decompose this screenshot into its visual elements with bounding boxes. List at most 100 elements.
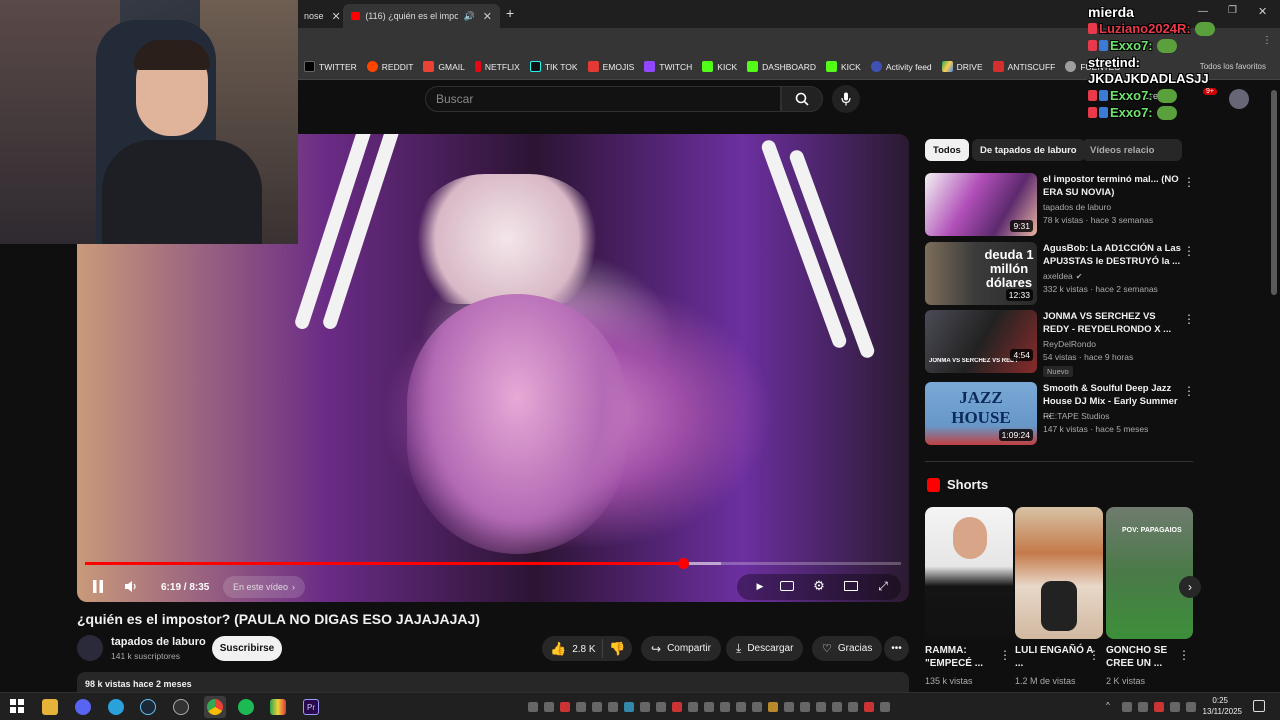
tray-icon[interactable] [752,702,762,712]
clock-date[interactable]: 13/11/2025 [1203,707,1242,716]
recommendation-item[interactable]: 9:31 el impostor terminó mal... (NO ERA … [925,173,1195,237]
bookmark-dashboard[interactable]: DASHBOARD [747,61,816,72]
tray-icon[interactable] [704,702,714,712]
tray-icon[interactable] [800,702,810,712]
tray-icon[interactable] [576,702,586,712]
subscribe-button[interactable]: Suscribirse [212,636,282,661]
kebab-menu-icon[interactable]: ⋮ [1183,175,1195,189]
tab-previous[interactable]: nose ✕ [296,4,349,28]
short-thumbnail[interactable] [1015,507,1103,639]
bookmark-drive[interactable]: DRIVE [941,61,983,72]
chrome-icon[interactable] [207,699,223,715]
tray-icon[interactable] [608,702,618,712]
tray-icon[interactable] [768,702,778,712]
speaker-icon[interactable]: 🔊 [464,11,475,22]
tray-icon[interactable] [848,702,858,712]
like-button[interactable]: 👍 2.8 K [550,641,596,657]
close-icon[interactable]: ✕ [332,10,341,23]
short-title[interactable]: GONCHO SE CREE UN ... [1106,644,1186,670]
search-input[interactable]: Buscar [425,86,781,112]
tray-icon[interactable] [688,702,698,712]
scrollbar-thumb[interactable] [1271,90,1277,295]
bookmark-activity-feed[interactable]: Activity feed [870,61,932,72]
volume-button[interactable] [121,574,141,598]
thanks-button[interactable]: ♡ Gracias [812,636,883,661]
video-thumbnail[interactable]: JONMA VS SERCHEZ VS REDY 4:54 [925,310,1037,373]
kebab-menu-icon[interactable]: ⋮ [1088,648,1100,662]
short-title[interactable]: LULI ENGAÑÓ A ... [1015,644,1095,670]
more-actions-button[interactable]: ••• [884,636,909,661]
recommendation-channel[interactable]: RE:TAPE Studios [1043,411,1109,421]
notifications-icon[interactable] [1253,700,1265,712]
tray-icon[interactable] [720,702,730,712]
spotify-icon[interactable] [238,699,254,715]
recommendation-title[interactable]: AgusBob: La AD1CCIÓN a Las APU3STAS le D… [1043,242,1183,268]
recommendation-channel[interactable]: axeldea ✔ [1043,271,1082,281]
new-tab-button[interactable]: + [506,5,514,21]
kebab-menu-icon[interactable]: ⋮ [1183,244,1195,258]
bookmark-reddit[interactable]: REDDIT [366,61,413,72]
tray-icon[interactable] [544,702,554,712]
tray-icon[interactable] [672,702,682,712]
tray-icon[interactable] [784,702,794,712]
bookmark-netflix[interactable]: NETFLIX [474,61,520,72]
obs-icon[interactable] [173,699,189,715]
tray-icon[interactable] [816,702,826,712]
tray-icon[interactable] [592,702,602,712]
bookmark-twitter[interactable]: TWITTER [304,61,357,72]
bookmark-antiscuff[interactable]: ANTISCUFF [992,61,1055,72]
chip-all[interactable]: Todos [925,139,969,161]
windows-start-icon[interactable] [10,699,26,715]
autoplay-toggle[interactable]: ▶ [751,574,769,598]
recommendation-item[interactable]: JAZZ HOUSE 1:09:24 Smooth & Soulful Deep… [925,382,1195,446]
miniplayer-button[interactable] [841,574,861,598]
discord-icon[interactable] [75,699,91,715]
bookmark-twitch[interactable]: TWITCH [644,61,692,72]
bookmark-kick-2[interactable]: KICK [825,61,861,72]
video-thumbnail[interactable]: JAZZ HOUSE 1:09:24 [925,382,1037,445]
onedrive-icon[interactable] [1138,702,1148,712]
wifi-icon[interactable] [1170,702,1180,712]
tray-icon[interactable] [624,702,634,712]
voice-search-button[interactable] [832,85,860,113]
premiere-icon[interactable]: Pr [303,699,319,715]
progress-bar[interactable] [85,558,901,569]
telegram-icon[interactable] [108,699,124,715]
channel-avatar[interactable] [77,635,103,661]
bookmark-tiktok[interactable]: TIK TOK [529,61,578,72]
share-button[interactable]: ↪ Compartir [641,636,721,661]
kebab-menu-icon[interactable]: ⋮ [1178,648,1190,662]
chip-related[interactable]: Vídeos relacio [1082,139,1182,161]
tray-icon[interactable] [864,702,874,712]
channel-name[interactable]: tapados de laburo [111,636,206,648]
kebab-menu-icon[interactable]: ⋮ [1183,384,1195,398]
network-icon[interactable] [1122,702,1132,712]
tab-active-youtube[interactable]: (116) ¿quién es el impostor 🔊 ✕ [343,4,500,28]
tray-icon[interactable] [736,702,746,712]
tray-icon[interactable] [656,702,666,712]
short-thumbnail[interactable]: POV: PAPAGAIOS [1106,507,1193,639]
tray-icon[interactable] [528,702,538,712]
volume-icon[interactable] [1186,702,1196,712]
steam-icon[interactable] [140,699,156,715]
video-thumbnail[interactable]: 9:31 [925,173,1037,236]
tray-icon[interactable] [1154,702,1164,712]
bookmark-kick[interactable]: KICK [702,61,737,72]
tray-icon[interactable] [880,702,890,712]
settings-button[interactable]: ⚙ [809,574,829,598]
recommendation-item[interactable]: JONMA VS SERCHEZ VS REDY 4:54 JONMA VS S… [925,310,1195,377]
chapter-button[interactable]: En este vídeo › [223,576,306,598]
file-explorer-icon[interactable] [42,699,58,715]
chip-channel[interactable]: De tapados de laburo [972,139,1085,161]
kebab-menu-icon[interactable]: ⋮ [1183,312,1195,326]
download-button[interactable]: ⤓ Descargar [726,636,804,661]
tray-icon[interactable] [832,702,842,712]
flag-app-icon[interactable] [270,699,286,715]
close-icon[interactable]: ✕ [483,10,492,23]
chevron-up-icon[interactable]: ^ [1106,701,1110,710]
subtitles-button[interactable] [777,574,797,598]
short-thumbnail[interactable] [925,507,1013,639]
pause-button[interactable] [89,574,107,598]
bookmark-gmail[interactable]: GMAIL [423,61,465,72]
recommendation-item[interactable]: deuda 1 millón dólares 12:33 AgusBob: La… [925,242,1195,306]
